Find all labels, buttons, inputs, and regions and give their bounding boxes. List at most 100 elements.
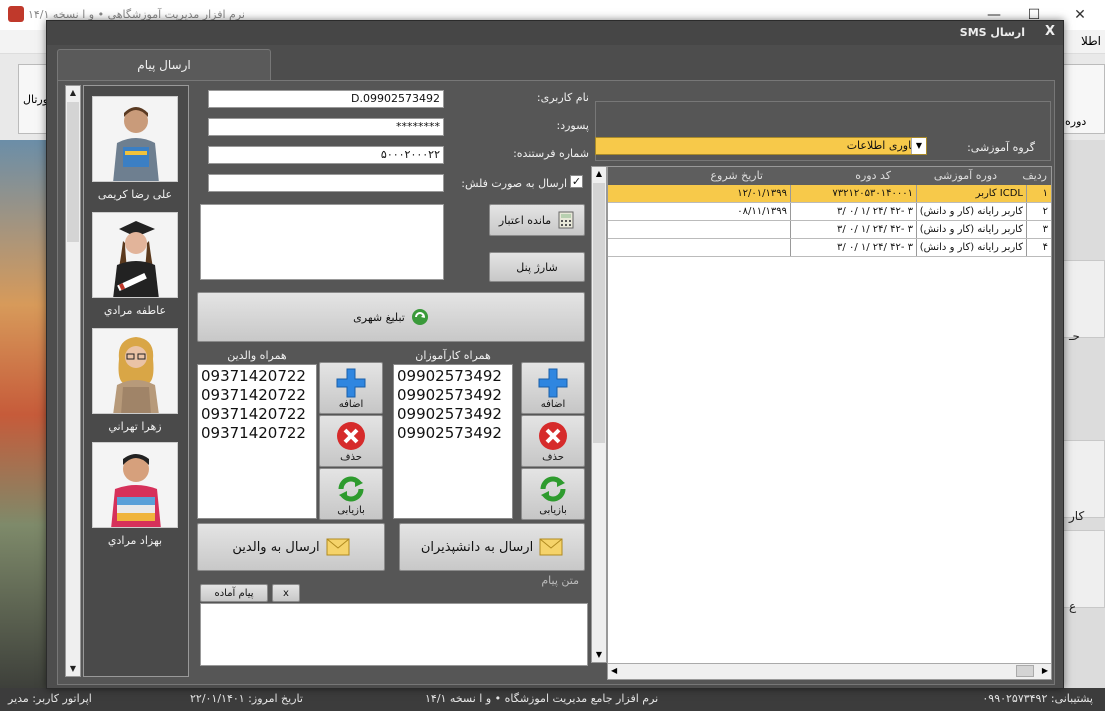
password-label: پسورد:: [556, 119, 589, 132]
scroll-up-icon[interactable]: ▲: [66, 86, 80, 100]
list-item[interactable]: 09902573492: [397, 367, 509, 386]
dialog-close-icon[interactable]: X: [1045, 24, 1055, 39]
group-label: گروه آموزشی:: [967, 141, 1035, 154]
scroll-down-icon[interactable]: ▼: [66, 662, 80, 676]
refresh-parent-numbers-button[interactable]: بازیابی: [319, 468, 383, 520]
plus-icon: [538, 368, 568, 397]
chevron-down-icon[interactable]: ▼: [911, 138, 926, 154]
ready-message-button[interactable]: پیام آماده: [200, 584, 268, 602]
parents-numbers-list[interactable]: 09371420722 09371420722 09371420722 0937…: [197, 364, 317, 519]
side-button-2[interactable]: حـ: [1062, 260, 1105, 343]
background-photo: [0, 140, 48, 690]
refresh-green-icon: [411, 309, 428, 325]
delete-parent-number-button[interactable]: حذف: [319, 415, 383, 467]
student-name: علی رضا کریمی: [97, 188, 173, 201]
header-row[interactable]: ردیف: [1022, 169, 1047, 182]
menu-item-info[interactable]: اطلا: [1081, 34, 1101, 48]
student-card[interactable]: عاطفه مرادي: [92, 212, 178, 317]
delete-icon: [539, 421, 567, 450]
send-to-students-button[interactable]: ارسال به دانشپذیران: [399, 523, 585, 571]
sender-number-field[interactable]: ۵۰۰۰۲۰۰۰۲۲: [208, 146, 444, 164]
student-photo: [92, 96, 178, 182]
message-textarea[interactable]: [200, 603, 588, 666]
table-row[interactable]: ۲ کاربر رایانه (کار و دانش) ۳/ ۰/ ۱/ ۲۴/…: [608, 203, 1051, 221]
envelope-icon: [539, 538, 563, 556]
sender-number-label: شماره فرستنده:: [513, 147, 589, 160]
dialog-titlebar: ارسال SMS X: [47, 21, 1063, 45]
list-item[interactable]: 09371420722: [201, 424, 313, 443]
group-select[interactable]: فناوری اطلاعات: [595, 137, 927, 155]
calculator-icon: [558, 211, 574, 229]
tab-send-message[interactable]: ارسال پیام: [57, 49, 271, 81]
extra-field[interactable]: [208, 174, 444, 192]
student-name: عاطفه مرادي: [103, 304, 167, 317]
list-item[interactable]: 09371420722: [201, 405, 313, 424]
side-button-3[interactable]: کار: [1062, 440, 1105, 523]
close-icon[interactable]: ✕: [1066, 4, 1094, 26]
header-code[interactable]: کد دوره: [855, 169, 891, 182]
status-software: نرم افزار جامع مدیریت اموزشگاه • و ا نسخ…: [425, 692, 659, 705]
student-photo: [92, 442, 178, 528]
balance-button[interactable]: مانده اعتبار: [489, 204, 585, 236]
grid-header: ردیف دوره آموزشی کد دوره تاریخ شروع: [608, 167, 1051, 185]
list-item[interactable]: 09371420722: [201, 386, 313, 405]
status-support: پشتیبانی: ۰۹۹۰۲۵۷۳۴۹۲: [982, 692, 1093, 705]
refresh-icon: [338, 476, 364, 501]
list-item[interactable]: 09902573492: [397, 405, 509, 424]
student-card[interactable]: زهرا تهراني: [92, 328, 178, 433]
message-label: متن پیام: [541, 574, 579, 587]
scroll-thumb[interactable]: [593, 183, 605, 443]
table-row[interactable]: ۳ کاربر رایانه (کار و دانش) ۳/ ۰/ ۱/ ۲۴/…: [608, 221, 1051, 239]
list-item[interactable]: 09371420722: [201, 367, 313, 386]
scroll-left-icon[interactable]: ◀: [611, 666, 617, 675]
delete-student-number-button[interactable]: حذف: [521, 415, 585, 467]
add-parent-number-button[interactable]: اضافه: [319, 362, 383, 414]
side-button-4[interactable]: ع: [1062, 530, 1105, 613]
table-row[interactable]: ۱ کاربر ICDL ۷۳۲۱۲۰۵۳۰۱۴۰۰۰۱ ۱۲/۰۱/۱۳۹۹: [608, 185, 1051, 203]
student-photo: [92, 212, 178, 298]
app-icon: [8, 6, 24, 22]
charge-panel-button[interactable]: شارژ پنل: [489, 252, 585, 282]
refresh-icon: [540, 476, 566, 501]
scroll-thumb[interactable]: [67, 102, 79, 242]
dialog-title: ارسال SMS: [959, 26, 1025, 39]
student-name: بهزاد مرادي: [107, 534, 163, 547]
city-ad-button[interactable]: تبلیغ شهری: [197, 292, 585, 342]
scroll-down-icon[interactable]: ▼: [592, 648, 606, 662]
send-to-parents-button[interactable]: ارسال به والدین: [197, 523, 385, 571]
delete-icon: [337, 421, 365, 450]
students-numbers-list[interactable]: 09902573492 09902573492 09902573492 0990…: [393, 364, 513, 519]
password-field[interactable]: ********: [208, 118, 444, 136]
photos-scrollbar[interactable]: ▲ ▼: [65, 85, 81, 677]
student-name: زهرا تهراني: [108, 420, 162, 433]
envelope-icon: [326, 538, 350, 556]
scroll-right-icon[interactable]: ▶: [1042, 666, 1048, 675]
portal-button[interactable]: پورتال: [18, 64, 51, 134]
username-field[interactable]: D.09902573492: [208, 90, 444, 108]
status-bar: پشتیبانی: ۰۹۹۰۲۵۷۳۴۹۲ نرم افزار جامع مدی…: [0, 688, 1105, 711]
add-student-number-button[interactable]: اضافه: [521, 362, 585, 414]
grid-horizontal-scrollbar[interactable]: ◀ ▶: [608, 663, 1051, 679]
plus-icon: [336, 368, 366, 397]
status-operator: اپراتور کاربر: مدیر: [8, 692, 92, 705]
courses-button[interactable]: دوره: [1060, 64, 1105, 134]
list-item[interactable]: 09902573492: [397, 386, 509, 405]
username-label: نام کاربری:: [536, 91, 589, 104]
header-start[interactable]: تاریخ شروع: [710, 169, 763, 182]
refresh-student-numbers-button[interactable]: بازیابی: [521, 468, 585, 520]
grid-vertical-scrollbar[interactable]: ▲ ▼: [591, 166, 607, 663]
student-photos-panel: علی رضا کریمی عاطفه مرادي زهرا تهراني به…: [83, 85, 189, 677]
status-date: تاریخ امروز: ۲۲/۰۱/۱۴۰۱: [190, 692, 303, 705]
table-row[interactable]: ۴ کاربر رایانه (کار و دانش) ۳/ ۰/ ۱/ ۲۴/…: [608, 239, 1051, 257]
flash-label: ارسال به صورت فلش:: [461, 177, 567, 190]
header-course[interactable]: دوره آموزشی: [934, 169, 997, 182]
flash-checkbox[interactable]: ✓: [570, 175, 583, 188]
student-card[interactable]: بهزاد مرادي: [92, 442, 178, 547]
info-textbox[interactable]: [200, 204, 444, 280]
parents-list-title: همراه والدین: [227, 349, 287, 362]
list-item[interactable]: 09902573492: [397, 424, 509, 443]
scroll-thumb[interactable]: [1016, 665, 1034, 677]
clear-message-button[interactable]: x: [272, 584, 300, 602]
student-card[interactable]: علی رضا کریمی: [92, 96, 178, 201]
scroll-up-icon[interactable]: ▲: [592, 167, 606, 181]
